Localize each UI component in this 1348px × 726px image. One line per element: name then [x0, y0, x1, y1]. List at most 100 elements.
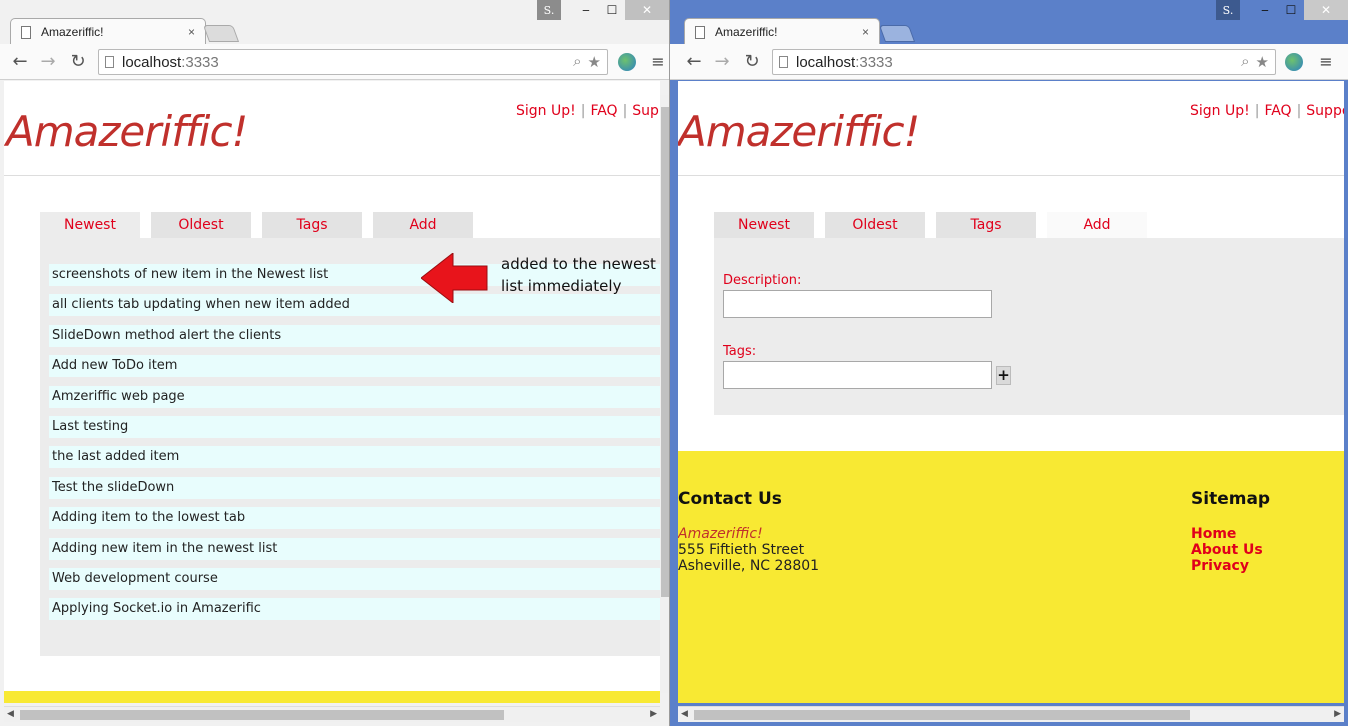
tab-oldest[interactable]: Oldest — [825, 212, 925, 238]
scroll-thumb[interactable] — [694, 710, 1190, 720]
horizontal-scrollbar[interactable]: ◀ ▶ — [678, 706, 1344, 722]
content-tabs: Newest Oldest Tags Add — [714, 212, 1147, 238]
page-icon — [695, 25, 705, 39]
horizontal-scrollbar[interactable]: ◀ ▶ — [4, 706, 660, 722]
browser-toolbar: ← → ↻ localhost:3333 ⌕ ★ ≡ — [0, 44, 669, 80]
sitemap-link-about[interactable]: About Us — [1191, 542, 1263, 558]
url-port: :3333 — [181, 53, 219, 71]
tab-oldest[interactable]: Oldest — [151, 212, 251, 238]
list-item: Adding item to the lowest tab — [49, 507, 660, 530]
address-bar[interactable]: localhost:3333 ⌕ ★ — [772, 49, 1276, 75]
browser-window-right: S. ‒ ☐ ✕ Amazeriffic! × ← → ↻ localhost:… — [670, 0, 1348, 726]
close-window-button[interactable]: ✕ — [1304, 0, 1348, 20]
red-arrow-icon — [421, 253, 488, 303]
description-label: Description: — [723, 273, 802, 288]
site-header: Amazeriffic! Sign Up!|FAQ|Suppo — [678, 81, 1344, 176]
scroll-right-icon[interactable]: ▶ — [650, 709, 657, 719]
tab-add[interactable]: Add — [1047, 212, 1147, 238]
url-host: localhost — [122, 53, 182, 71]
footer-edge — [4, 691, 660, 703]
tab-newest[interactable]: Newest — [714, 212, 814, 238]
star-icon[interactable]: ★ — [1256, 53, 1269, 71]
tab-close-icon[interactable]: × — [188, 25, 195, 39]
tab-tags[interactable]: Tags — [936, 212, 1036, 238]
vertical-scrollbar[interactable] — [660, 95, 669, 693]
browser-tab[interactable]: Amazeriffic! × — [684, 18, 880, 45]
site-logo: Amazeriffic! — [678, 107, 920, 156]
site-footer: Contact Us Amazeriffic! 555 Fiftieth Str… — [678, 451, 1344, 703]
scroll-thumb[interactable] — [20, 710, 504, 720]
reload-icon[interactable]: ↻ — [68, 52, 88, 72]
scroll-left-icon[interactable]: ◀ — [7, 709, 14, 719]
list-item: Applying Socket.io in Amazerific — [49, 598, 660, 621]
page-icon — [779, 56, 788, 68]
page-viewport: Amazeriffic! Sign Up!|FAQ|Supp Newest Ol… — [4, 81, 660, 703]
address-bar[interactable]: localhost:3333 ⌕ ★ — [98, 49, 608, 75]
annotation-line-1: added to the newest — [501, 255, 656, 273]
star-icon[interactable]: ★ — [588, 53, 601, 71]
zoom-icon[interactable]: ⌕ — [573, 53, 581, 71]
back-icon[interactable]: ← — [10, 52, 30, 72]
tab-tags[interactable]: Tags — [262, 212, 362, 238]
scroll-thumb[interactable] — [661, 107, 669, 597]
annotation-text: added to the newest list immediately — [501, 253, 656, 297]
profile-badge[interactable]: S. — [537, 0, 561, 20]
add-panel: Description: Tags: + — [714, 238, 1344, 415]
faq-link[interactable]: FAQ — [590, 103, 617, 119]
list-item: SlideDown method alert the clients — [49, 324, 660, 347]
back-icon[interactable]: ← — [684, 52, 704, 72]
signup-link[interactable]: Sign Up! — [516, 103, 576, 119]
page-icon — [21, 25, 31, 39]
browser-tab[interactable]: Amazeriffic! × — [10, 18, 206, 45]
forward-icon[interactable]: → — [38, 52, 58, 72]
window-controls: S. ‒ ☐ ✕ — [1216, 0, 1348, 22]
tab-close-icon[interactable]: × — [862, 25, 869, 39]
close-window-button[interactable]: ✕ — [625, 0, 669, 20]
support-link[interactable]: Supp — [632, 103, 660, 119]
list-item: Test the slideDown — [49, 476, 660, 499]
footer-brand: Amazeriffic! — [678, 526, 763, 542]
window-border — [1344, 81, 1348, 726]
profile-badge[interactable]: S. — [1216, 0, 1240, 20]
new-tab-button[interactable] — [202, 25, 240, 42]
newest-panel: screenshots of new item in the Newest li… — [40, 238, 660, 656]
tags-input[interactable] — [723, 361, 992, 389]
sitemap-heading: Sitemap — [1191, 489, 1271, 509]
contact-heading: Contact Us — [678, 489, 782, 509]
tab-title: Amazeriffic! — [41, 25, 104, 39]
content-tabs: Newest Oldest Tags Add — [40, 212, 473, 238]
sitemap-link-privacy[interactable]: Privacy — [1191, 558, 1249, 574]
add-todo-button[interactable]: + — [996, 366, 1011, 385]
maximize-button[interactable]: ☐ — [1278, 0, 1304, 20]
faq-link[interactable]: FAQ — [1264, 103, 1291, 119]
sitemap-link-home[interactable]: Home — [1191, 526, 1236, 542]
globe-icon[interactable] — [1285, 53, 1303, 71]
tab-title: Amazeriffic! — [715, 25, 778, 39]
minimize-button[interactable]: ‒ — [1252, 0, 1278, 20]
signup-link[interactable]: Sign Up! — [1190, 103, 1250, 119]
url-port: :3333 — [855, 53, 893, 71]
scroll-left-icon[interactable]: ◀ — [681, 709, 688, 719]
tab-add[interactable]: Add — [373, 212, 473, 238]
page-icon — [105, 56, 114, 68]
site-header: Amazeriffic! Sign Up!|FAQ|Supp — [4, 81, 660, 176]
menu-icon[interactable]: ≡ — [650, 52, 666, 71]
link-separator: | — [580, 103, 586, 119]
menu-icon[interactable]: ≡ — [1318, 52, 1334, 71]
new-tab-button[interactable] — [878, 25, 916, 42]
site-logo: Amazeriffic! — [6, 107, 248, 156]
zoom-icon[interactable]: ⌕ — [1241, 53, 1249, 71]
maximize-button[interactable]: ☐ — [599, 0, 625, 20]
forward-icon[interactable]: → — [712, 52, 732, 72]
scroll-right-icon[interactable]: ▶ — [1334, 709, 1341, 719]
link-separator: | — [622, 103, 628, 119]
minimize-button[interactable]: ‒ — [573, 0, 599, 20]
globe-icon[interactable] — [618, 53, 636, 71]
list-item: Adding new item in the newest list — [49, 537, 660, 560]
description-input[interactable] — [723, 290, 992, 318]
support-link[interactable]: Suppo — [1306, 103, 1344, 119]
list-item: Web development course — [49, 567, 660, 590]
reload-icon[interactable]: ↻ — [742, 52, 762, 72]
tab-newest[interactable]: Newest — [40, 212, 140, 238]
tags-label: Tags: — [723, 344, 757, 359]
